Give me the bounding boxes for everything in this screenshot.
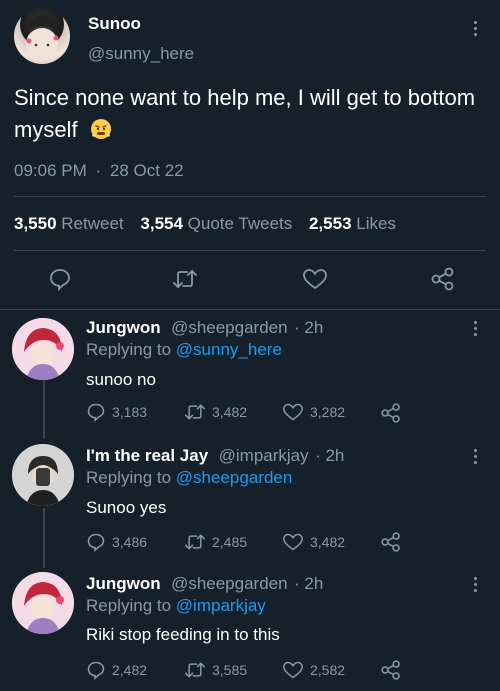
share-action[interactable] <box>380 402 402 424</box>
reply-author-handle[interactable]: @sheepgarden <box>171 318 288 337</box>
divider <box>0 309 500 310</box>
author-name[interactable]: Sunoo <box>88 14 141 34</box>
retweet-count: 3,482 <box>212 404 248 420</box>
more-icon[interactable] <box>474 577 478 595</box>
retweet-action[interactable]: 3,585 <box>184 660 247 680</box>
reply-count: 3,486 <box>112 534 148 550</box>
divider <box>14 196 486 197</box>
replying-to-label: Replying to <box>86 340 172 359</box>
replying-to-label: Replying to <box>86 468 172 487</box>
likes-count: 2,553 <box>309 214 352 233</box>
quote-label: Quote Tweets <box>187 214 293 233</box>
avatar-image <box>12 572 74 634</box>
more-icon[interactable] <box>474 321 478 339</box>
tweet-timestamp: 09:06 PM · 28 Oct 22 <box>14 161 184 181</box>
reply-author-handle[interactable]: @imparkjay <box>219 446 309 465</box>
quote-count: 3,554 <box>140 214 183 233</box>
likes-label: Likes <box>356 214 396 233</box>
tweet-date[interactable]: 28 Oct 22 <box>110 161 184 180</box>
retweet-icon <box>185 404 205 420</box>
replying-to-handle[interactable]: @sunny_here <box>176 340 282 359</box>
reply-text: Sunoo yes <box>86 498 167 517</box>
more-icon[interactable] <box>474 449 478 467</box>
like-count: 2,582 <box>310 662 346 678</box>
share-icon <box>381 532 400 552</box>
like-action[interactable]: 3,482 <box>282 532 345 552</box>
tweet-time: 09:06 PM <box>14 161 87 180</box>
like-count: 3,282 <box>310 404 346 420</box>
divider <box>14 250 486 251</box>
reply-icon[interactable] <box>48 267 72 296</box>
reply-time: · 2h <box>315 446 345 465</box>
reply-header: Jungwon @sheepgarden · 2h <box>86 318 323 338</box>
reply-header: Jungwon @sheepgarden · 2h <box>86 574 323 594</box>
like-action[interactable]: 3,282 <box>282 402 345 422</box>
like-icon <box>283 533 303 551</box>
replying-to: Replying to @sheepgarden <box>86 468 292 488</box>
replying-to: Replying to @imparkjay <box>86 596 266 616</box>
retweet-action[interactable]: 2,485 <box>184 532 247 552</box>
reply-count: 3,183 <box>112 404 148 420</box>
avatar-jungwon[interactable] <box>12 318 74 380</box>
thread-line <box>43 376 45 438</box>
reply-action[interactable]: 3,183 <box>86 402 147 422</box>
likes-stat[interactable]: 2,553 Likes <box>309 214 396 233</box>
retweet-icon <box>185 662 205 678</box>
share-action[interactable] <box>380 659 402 681</box>
emoji-steam-icon <box>90 117 112 139</box>
share-icon[interactable] <box>430 266 456 297</box>
retweet-stat[interactable]: 3,550 Retweet <box>14 214 128 233</box>
tweet-text: Since none want to help me, I will get t… <box>14 82 484 146</box>
replying-to-handle[interactable]: @sheepgarden <box>176 468 293 487</box>
quote-stat[interactable]: 3,554 Quote Tweets <box>140 214 297 233</box>
share-icon <box>381 660 400 680</box>
replying-to: Replying to @sunny_here <box>86 340 282 360</box>
replying-to-label: Replying to <box>86 596 172 615</box>
avatar-sunoo[interactable] <box>14 8 70 64</box>
reply-time: · 2h <box>294 574 324 593</box>
reply-author-name[interactable]: I'm the real Jay <box>86 446 208 465</box>
reply-action[interactable]: 2,482 <box>86 660 147 680</box>
avatar-jungwon[interactable] <box>12 572 74 634</box>
avatar-image <box>12 318 74 380</box>
reply-time: · 2h <box>294 318 324 337</box>
date-separator: · <box>95 161 102 180</box>
like-action[interactable]: 2,582 <box>282 660 345 680</box>
reply-icon <box>87 403 105 422</box>
reply-count: 2,482 <box>112 662 148 678</box>
reply-text: Riki stop feeding in to this <box>86 625 280 644</box>
retweet-count: 3,585 <box>212 662 248 678</box>
like-icon[interactable] <box>302 267 328 296</box>
retweet-icon[interactable] <box>172 267 198 296</box>
like-icon <box>283 403 303 421</box>
thread-line <box>43 508 45 568</box>
retweet-action[interactable]: 3,482 <box>184 402 247 422</box>
tweet-stats: 3,550 Retweet 3,554 Quote Tweets 2,553 L… <box>14 214 396 234</box>
avatar-jay[interactable] <box>12 444 74 506</box>
retweet-label: Retweet <box>61 214 124 233</box>
more-icon[interactable] <box>474 21 478 39</box>
reply-action[interactable]: 3,486 <box>86 532 147 552</box>
share-action[interactable] <box>380 531 402 553</box>
retweet-count: 2,485 <box>212 534 248 550</box>
avatar-image <box>12 444 74 506</box>
share-icon <box>381 403 400 423</box>
like-count: 3,482 <box>310 534 346 550</box>
retweet-count: 3,550 <box>14 214 57 233</box>
like-icon <box>283 661 303 679</box>
tweet-text-body: Since none want to help me, I will get t… <box>14 85 476 142</box>
reply-icon <box>87 661 105 680</box>
replying-to-handle[interactable]: @imparkjay <box>176 596 266 615</box>
reply-icon <box>87 533 105 552</box>
author-handle[interactable]: @sunny_here <box>88 44 194 64</box>
avatar-image <box>24 15 60 60</box>
reply-author-name[interactable]: Jungwon <box>86 574 161 593</box>
reply-author-name[interactable]: Jungwon <box>86 318 161 337</box>
reply-text: sunoo no <box>86 370 156 389</box>
retweet-icon <box>185 534 205 550</box>
reply-author-handle[interactable]: @sheepgarden <box>171 574 288 593</box>
reply-header: I'm the real Jay @imparkjay · 2h <box>86 446 344 466</box>
